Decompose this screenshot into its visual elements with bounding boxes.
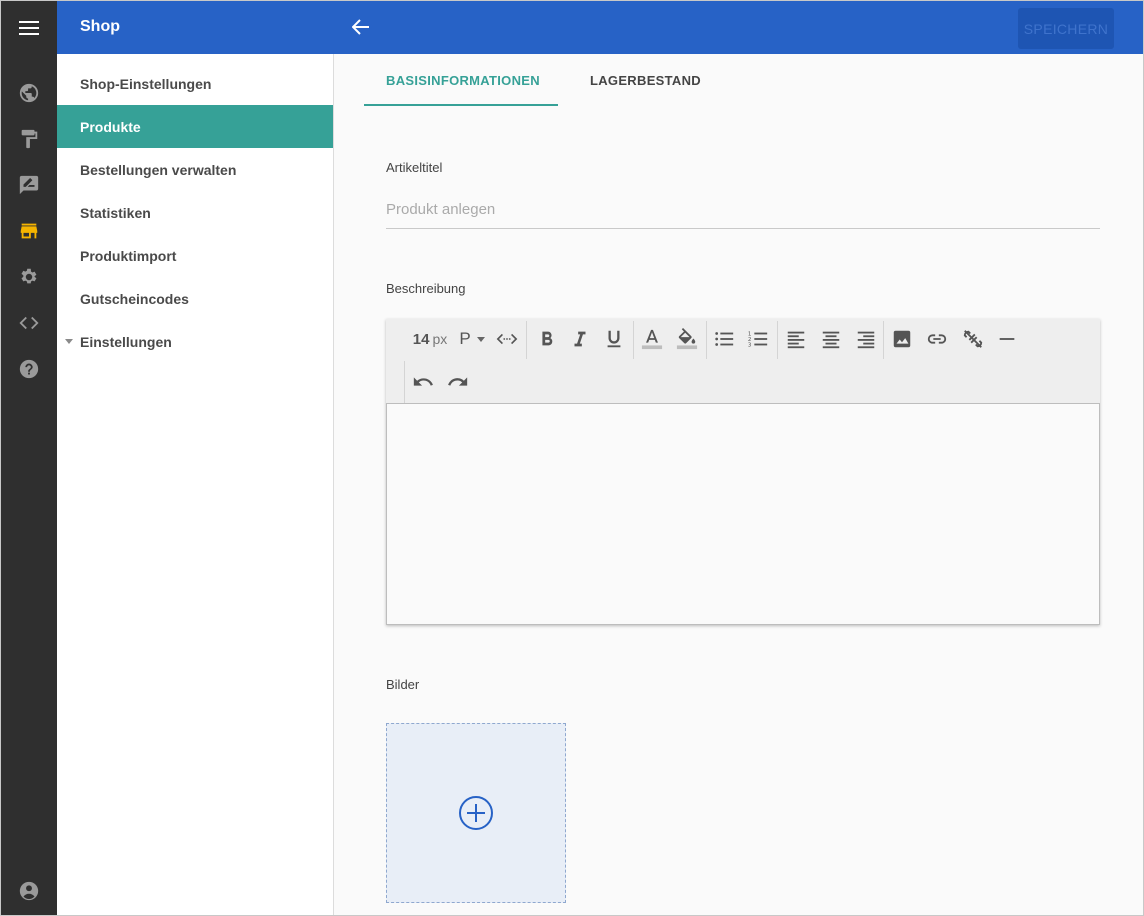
- title-label: Artikeltitel: [386, 160, 443, 175]
- sidebar-item-orders[interactable]: Bestellungen verwalten: [57, 148, 333, 191]
- tab-inventory[interactable]: LAGERBESTAND: [590, 54, 701, 106]
- unlink-button[interactable]: [960, 325, 986, 353]
- editor-content-area[interactable]: [386, 403, 1100, 625]
- sidebar-item-label: Produkte: [80, 118, 141, 135]
- svg-text:3: 3: [748, 342, 752, 348]
- horizontal-rule-icon: [999, 338, 1015, 340]
- align-left-icon: [787, 331, 805, 349]
- sidebar-item-products[interactable]: Produkte: [57, 105, 333, 148]
- bullet-list-icon: [715, 332, 734, 346]
- align-left-button[interactable]: [783, 325, 809, 353]
- sidebar-item-label: Einstellungen: [80, 333, 172, 350]
- undo-button[interactable]: [410, 368, 436, 396]
- sidebar-item-label: Statistiken: [80, 204, 151, 221]
- bold-button[interactable]: [534, 325, 560, 353]
- text-color-icon: [641, 329, 663, 350]
- back-button[interactable]: [349, 15, 373, 39]
- app-window: Shop SPEICHERN Shop-Einstellungen Produk…: [0, 0, 1144, 916]
- insert-image-button[interactable]: [889, 325, 915, 353]
- toolbar-divider: [404, 361, 405, 403]
- menu-icon: [19, 20, 39, 35]
- redo-icon: [448, 377, 468, 386]
- arrow-left-icon: [352, 19, 369, 35]
- rich-text-editor: 14 px P 1 2 3: [386, 319, 1100, 625]
- sidebar-item-label: Shop-Einstellungen: [80, 75, 212, 92]
- insert-link-button[interactable]: [924, 325, 950, 353]
- toolbar-divider: [526, 321, 527, 359]
- menu-button[interactable]: [1, 1, 57, 54]
- fill-bucket-icon: [676, 328, 698, 350]
- add-circle-icon: [459, 796, 493, 830]
- align-right-button[interactable]: [853, 325, 879, 353]
- caret-down-icon: [65, 339, 73, 344]
- gear-icon[interactable]: [17, 265, 41, 289]
- redo-button[interactable]: [445, 368, 471, 396]
- bold-icon: [542, 331, 553, 346]
- app-title: Shop: [80, 18, 120, 35]
- italic-icon: [574, 331, 586, 347]
- link-icon: [927, 334, 947, 344]
- sidebar-item-voucher-codes[interactable]: Gutscheincodes: [57, 277, 333, 320]
- paragraph-format-select[interactable]: P: [456, 325, 488, 353]
- toolbar-divider: [777, 321, 778, 359]
- globe-icon[interactable]: [17, 81, 41, 105]
- sidebar-item-statistics[interactable]: Statistiken: [57, 191, 333, 234]
- font-size-select[interactable]: 14 px: [408, 325, 452, 353]
- font-size-unit: px: [432, 331, 448, 347]
- sidebar-item-shop-settings[interactable]: Shop-Einstellungen: [57, 62, 333, 105]
- tab-basic-info[interactable]: BASISINFORMATIONEN: [386, 54, 540, 106]
- background-color-button[interactable]: [674, 325, 700, 353]
- align-right-icon: [857, 331, 875, 349]
- help-icon[interactable]: [17, 357, 41, 381]
- tab-indicator: [364, 104, 558, 106]
- align-center-icon: [822, 331, 840, 349]
- main-content: BASISINFORMATIONEN LAGERBESTAND Artikelt…: [334, 54, 1143, 915]
- image-upload-dropzone[interactable]: [386, 723, 566, 903]
- unlink-icon: [963, 330, 983, 348]
- horizontal-rule-button[interactable]: [994, 325, 1020, 353]
- caret-down-icon: [476, 336, 485, 342]
- store-icon[interactable]: [17, 219, 41, 243]
- sidebar: Shop-Einstellungen Produkte Bestellungen…: [57, 54, 334, 915]
- sidebar-item-label: Gutscheincodes: [80, 290, 189, 307]
- images-label: Bilder: [386, 677, 420, 692]
- numbered-list-icon: 123: [748, 331, 768, 348]
- code-view-button[interactable]: [494, 325, 520, 353]
- underline-button[interactable]: [601, 325, 627, 353]
- account-icon[interactable]: [17, 879, 41, 903]
- code-icon[interactable]: [17, 311, 41, 335]
- sidebar-item-product-import[interactable]: Produktimport: [57, 234, 333, 277]
- undo-icon: [413, 377, 433, 386]
- code-view-icon: [496, 333, 518, 345]
- sidebar-item-label: Produktimport: [80, 247, 177, 264]
- italic-button[interactable]: [567, 325, 593, 353]
- text-color-button[interactable]: [639, 325, 665, 353]
- align-center-button[interactable]: [818, 325, 844, 353]
- app-header: Shop SPEICHERN: [57, 1, 1143, 54]
- toolbar-divider: [633, 321, 634, 359]
- icon-rail: [1, 1, 57, 915]
- sidebar-item-label: Bestellungen verwalten: [80, 161, 237, 178]
- rate-review-icon[interactable]: [17, 173, 41, 197]
- sidebar-item-settings[interactable]: Einstellungen: [57, 320, 333, 363]
- numbered-list-button[interactable]: 123: [745, 325, 771, 353]
- save-button[interactable]: SPEICHERN: [1018, 8, 1114, 49]
- toolbar-divider: [883, 321, 884, 359]
- paint-roller-icon[interactable]: [17, 127, 41, 151]
- bullet-list-button[interactable]: [711, 325, 737, 353]
- title-input[interactable]: [386, 191, 1100, 229]
- description-label: Beschreibung: [386, 281, 466, 296]
- editor-toolbar: 14 px P 1 2 3: [386, 319, 1100, 403]
- toolbar-divider: [706, 321, 707, 359]
- paragraph-format-value: P: [459, 329, 471, 348]
- font-size-value: 14: [412, 330, 430, 348]
- underline-icon: [607, 330, 621, 348]
- image-icon: [893, 330, 911, 348]
